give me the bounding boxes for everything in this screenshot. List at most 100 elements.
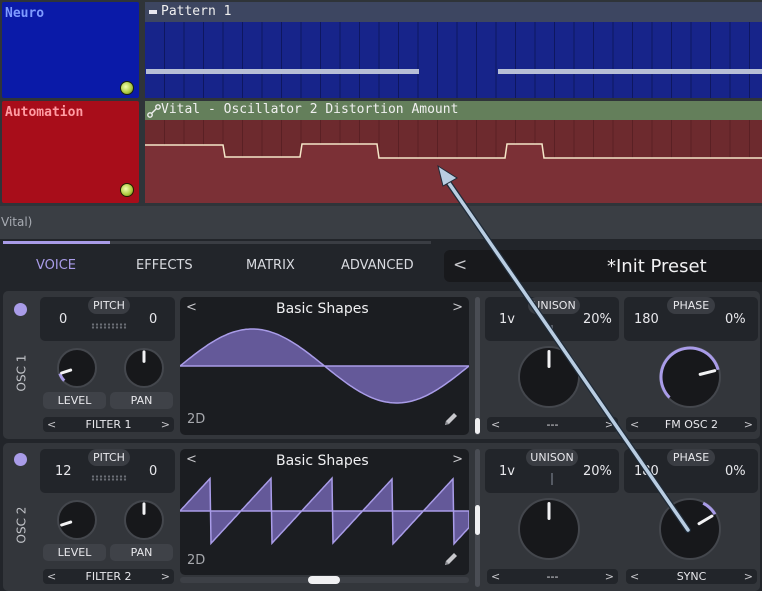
automation-curve: [145, 120, 762, 203]
prev-arrow-icon[interactable]: <: [491, 417, 500, 432]
next-arrow-icon[interactable]: >: [161, 417, 170, 432]
osc2-pitch-tune[interactable]: 0: [149, 464, 157, 479]
osc2-scrollbar[interactable]: [475, 449, 480, 587]
track-name: Automation: [5, 105, 84, 120]
osc2-frame-slider[interactable]: [180, 576, 469, 584]
pattern-notes: [145, 22, 762, 98]
osc1-pan-label: PAN: [110, 392, 173, 409]
osc2-unison-marker: [551, 473, 553, 485]
osc1-wave-mode[interactable]: 2D: [187, 412, 205, 427]
osc1-enable-toggle[interactable]: [14, 303, 27, 316]
osc1-phase-label: PHASE: [667, 297, 715, 314]
tab-indicator: [3, 241, 110, 244]
osc2-distortion-type: SYNC: [676, 570, 707, 583]
next-arrow-icon[interactable]: >: [605, 569, 614, 584]
osc2-scroll-thumb[interactable]: [475, 505, 480, 535]
next-arrow-icon[interactable]: >: [605, 417, 614, 432]
osc1-unison-detune[interactable]: 20%: [583, 312, 612, 327]
osc1-unison-label: UNISON: [528, 297, 580, 314]
mute-toggle[interactable]: [121, 184, 133, 196]
prev-arrow-icon[interactable]: <: [630, 417, 639, 432]
tab-matrix[interactable]: MATRIX: [246, 258, 295, 273]
osc1-level-knob[interactable]: [55, 346, 99, 390]
prev-arrow-icon[interactable]: <: [630, 569, 639, 584]
osc2-phase-value[interactable]: 180: [634, 464, 659, 479]
osc2-filter-select[interactable]: < FILTER 2 >: [43, 569, 174, 584]
pencil-icon[interactable]: [442, 410, 460, 428]
next-arrow-icon[interactable]: >: [744, 569, 753, 584]
osc2-filter-label: FILTER 2: [85, 570, 132, 583]
track-name: Neuro: [5, 6, 45, 21]
osc2-unison-select[interactable]: < --- >: [487, 569, 618, 584]
pattern-clip[interactable]: Pattern 1: [145, 2, 762, 98]
osc2-distortion-knob[interactable]: [657, 496, 723, 562]
osc1-phase-random[interactable]: 0%: [725, 312, 746, 327]
osc2-label: OSC 2: [14, 506, 29, 544]
osc2-phase-random[interactable]: 0%: [725, 464, 746, 479]
clip-title: Vital - Oscillator 2 Distortion Amount: [161, 102, 459, 117]
osc2-pitch-transpose[interactable]: 12: [55, 464, 72, 479]
osc1-pitch-transpose[interactable]: 0: [59, 312, 67, 327]
osc2-pitch-label: PITCH: [88, 449, 130, 466]
osc1-pan-knob[interactable]: [122, 346, 166, 390]
osc2-level-knob[interactable]: [55, 498, 99, 542]
automation-icon: [147, 104, 161, 118]
osc1-unison-marker: [551, 325, 553, 335]
tab-effects[interactable]: EFFECTS: [136, 258, 193, 273]
clip-title: Pattern 1: [161, 4, 232, 19]
osc2-pitch-dots: [91, 475, 127, 481]
osc1-pitch-dots: [91, 323, 127, 329]
osc2-frame-handle[interactable]: [308, 576, 340, 584]
pattern-icon: [148, 6, 158, 18]
pencil-icon[interactable]: [442, 550, 460, 568]
osc2-unison-knob[interactable]: [516, 496, 582, 562]
osc1-scrollbar[interactable]: [475, 297, 480, 435]
osc1-pitch-tune[interactable]: 0: [149, 312, 157, 327]
osc2-pan-knob[interactable]: [122, 498, 166, 542]
next-arrow-icon[interactable]: >: [744, 417, 753, 432]
preset-selector[interactable]: < *Init Preset: [444, 250, 762, 282]
automation-clip[interactable]: Vital - Oscillator 2 Distortion Amount: [145, 101, 762, 203]
osc2-unison-voices[interactable]: 1v: [499, 464, 515, 479]
osc2-unison-select-value: ---: [546, 570, 559, 583]
osc1-unison-knob[interactable]: [516, 344, 582, 410]
osc2-unison-detune[interactable]: 20%: [583, 464, 612, 479]
osc1-distortion-knob[interactable]: [657, 344, 723, 410]
osc1-level-label: LEVEL: [43, 392, 106, 409]
preset-prev-button[interactable]: <: [453, 255, 467, 275]
track-header-neuro[interactable]: Neuro: [2, 2, 139, 98]
prev-arrow-icon[interactable]: <: [491, 569, 500, 584]
plugin-host-title: Vital): [1, 215, 33, 229]
osc1-unison-voices[interactable]: 1v: [499, 312, 515, 327]
preset-name: *Init Preset: [607, 256, 707, 277]
osc1-waveform: [180, 328, 469, 404]
osc2-phase-label: PHASE: [667, 449, 715, 466]
mute-toggle[interactable]: [121, 82, 133, 94]
osc1-label: OSC 1: [14, 354, 29, 392]
osc1-distortion-select[interactable]: < FM OSC 2 >: [626, 417, 757, 432]
tab-advanced[interactable]: ADVANCED: [341, 258, 414, 273]
clip-header: [145, 2, 762, 22]
osc2-panel: OSC 2 PITCH 12 0 LEVEL PAN < FILTER 2 > …: [3, 443, 760, 591]
osc2-waveform: [180, 476, 469, 546]
next-arrow-icon[interactable]: >: [161, 569, 170, 584]
track-header-automation[interactable]: Automation: [2, 101, 139, 203]
osc1-phase-value[interactable]: 180: [634, 312, 659, 327]
osc2-pan-label: PAN: [110, 544, 173, 561]
prev-arrow-icon[interactable]: <: [47, 417, 56, 432]
osc1-filter-select[interactable]: < FILTER 1 >: [43, 417, 174, 432]
osc1-panel: OSC 1 PITCH 0 0 LEVEL PAN < FILTER 1 > <…: [3, 291, 760, 439]
osc2-enable-toggle[interactable]: [14, 453, 27, 466]
osc2-wave-mode[interactable]: 2D: [187, 553, 205, 568]
osc1-distortion-type: FM OSC 2: [664, 418, 719, 431]
osc1-unison-select-value: ---: [546, 418, 559, 431]
osc1-unison-select[interactable]: < --- >: [487, 417, 618, 432]
osc1-wavetable-display[interactable]: < Basic Shapes > 2D: [180, 297, 469, 435]
osc1-pitch-label: PITCH: [88, 297, 130, 314]
prev-arrow-icon[interactable]: <: [47, 569, 56, 584]
osc2-wavetable-display[interactable]: < Basic Shapes > 2D: [180, 449, 469, 575]
tab-voice[interactable]: VOICE: [36, 258, 76, 273]
osc1-filter-label: FILTER 1: [85, 418, 132, 431]
osc1-scroll-thumb[interactable]: [475, 418, 480, 434]
osc2-distortion-select[interactable]: < SYNC >: [626, 569, 757, 584]
